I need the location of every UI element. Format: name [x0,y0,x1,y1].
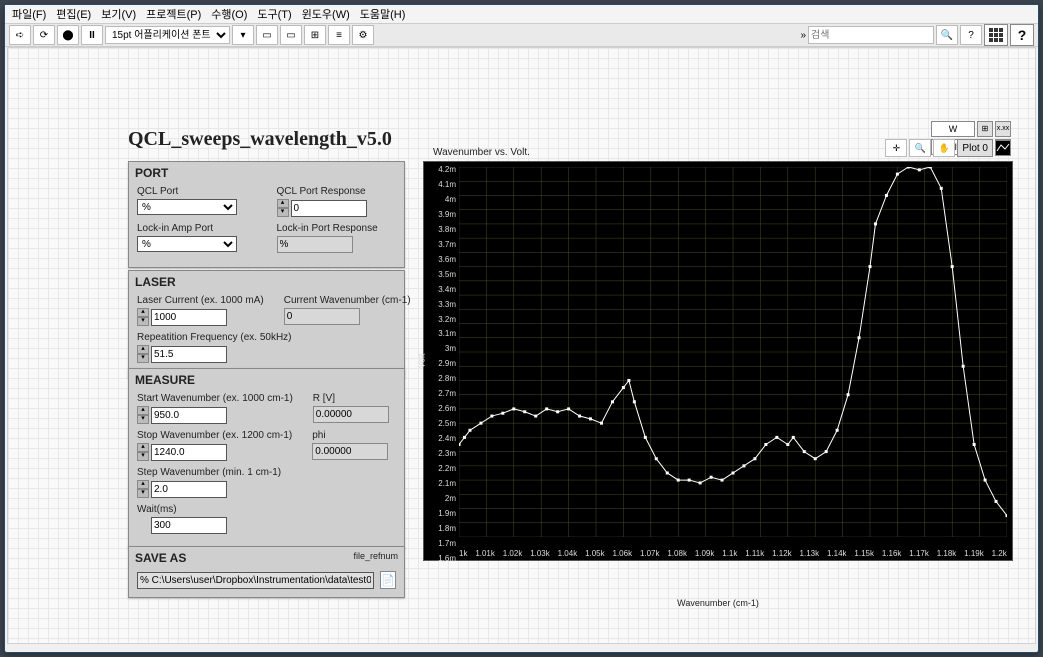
menu-item[interactable]: 보기(V) [96,6,141,22]
legend-w-icon[interactable]: ⊞ [977,121,993,137]
tb-reorder[interactable]: ≡ [328,25,350,45]
current-wn-label: Current Wavenumber (cm-1) [284,295,411,306]
measure-header: MEASURE [129,369,404,389]
font-select[interactable]: 15pt 어플리케이션 폰트 [105,26,230,44]
wait-field[interactable] [151,517,227,534]
run-cont-button[interactable]: ⟳ [33,25,55,45]
legend-w-scale[interactable]: x.xx [995,121,1011,137]
current-wn-field [284,308,360,325]
save-header: SAVE AS [135,551,186,565]
file-refnum-label: file_refnum [353,551,398,565]
toolbar: ➪ ⟳ ⬤ II 15pt 어플리케이션 폰트 ▾ ▭ ▭ ⊞ ≡ ⚙ » 🔍 … [5,24,1038,47]
qcl-resp-field[interactable] [291,200,367,217]
qcl-port-select[interactable]: % [137,199,237,215]
stop-wn-field[interactable] [151,444,227,461]
tb-layer2[interactable]: ▭ [280,25,302,45]
menu-item[interactable]: 도구(T) [252,6,296,22]
measure-panel: MEASURE Start Wavenumber (ex. 1000 cm-1)… [128,368,405,549]
save-panel: SAVE AS file_refnum 📄 [128,546,405,598]
vi-title: QCL_sweeps_wavelength_v5.0 [128,128,392,151]
run-button[interactable]: ➪ [9,25,31,45]
x-axis-label: Wavenumber (cm-1) [423,598,1013,608]
menu-item[interactable]: 파일(F) [7,6,51,22]
x-ticks: 1k1.01k1.02k1.03k1.04k1.05k1.06k1.07k1.0… [459,549,1007,558]
phi-label: phi [312,430,396,441]
port-header: PORT [129,162,404,182]
tb-settings[interactable]: ⚙ [352,25,374,45]
lockin-resp-label: Lock-in Port Response [277,223,397,234]
search-icon: 🔍 [941,30,953,41]
qcl-resp-spin[interactable]: ▴▾ [277,199,289,217]
laser-header: LASER [129,271,404,291]
graph-title: Wavenumber vs. Volt. [433,147,530,158]
laser-current-label: Laser Current (ex. 1000 mA) [137,295,264,306]
search-input[interactable] [808,26,934,44]
zoom-tool[interactable]: 🔍 [909,139,931,157]
browse-button[interactable]: 📄 [380,571,396,589]
pan-tool[interactable]: ✋ [933,139,955,157]
plot0-label[interactable]: Plot 0 [957,139,993,157]
stop-wn-spin[interactable]: ▴▾ [137,443,149,461]
front-panel-canvas: QCL_sweeps_wavelength_v5.0 PORT QCL Port… [7,47,1036,644]
tb-group[interactable]: ⊞ [304,25,326,45]
grid-button[interactable] [984,24,1008,46]
r-field [313,406,389,423]
start-wn-field[interactable] [151,407,227,424]
y-axis-label: Volt [417,353,427,368]
qcl-port-label: QCL Port [137,186,257,197]
help-button[interactable]: ? [960,25,982,45]
pause-button[interactable]: II [81,25,103,45]
y-ticks: 4.2m4.1m4m3.9m3.8m3.7m3.6m3.5m3.4m3.3m3.… [426,162,456,585]
tb-align[interactable]: ▾ [232,25,254,45]
phi-field [312,443,388,460]
menubar[interactable]: 파일(F)편집(E)보기(V)프로젝트(P)수행(O)도구(T)윈도우(W)도움… [5,5,1038,24]
menu-item[interactable]: 프로젝트(P) [141,6,206,22]
menu-item[interactable]: 윈도우(W) [297,6,355,22]
lockin-resp-field [277,236,353,253]
menu-item[interactable]: 수행(O) [206,6,252,22]
menu-item[interactable]: 편집(E) [51,6,96,22]
r-label: R [V] [313,393,396,404]
lockin-port-label: Lock-in Amp Port [137,223,257,234]
laser-current-field[interactable] [151,309,227,326]
tb-layer1[interactable]: ▭ [256,25,278,45]
cursor-tool[interactable]: ✛ [885,139,907,157]
big-help[interactable]: ? [1010,24,1034,46]
port-panel: PORT QCL Port % QCL Port Response ▴▾ Loc… [128,161,405,268]
wait-label: Wait(ms) [137,504,257,515]
folder-icon: 📄 [381,574,395,587]
rep-freq-field[interactable] [151,346,227,363]
lockin-port-select[interactable]: % [137,236,237,252]
rep-freq-spin[interactable]: ▴▾ [137,345,149,363]
plot0-swatch[interactable] [995,140,1011,156]
step-wn-spin[interactable]: ▴▾ [137,480,149,498]
start-wn-spin[interactable]: ▴▾ [137,406,149,424]
search-button[interactable]: 🔍 [936,25,958,45]
menu-item[interactable]: 도움말(H) [355,6,411,22]
graph-area: W ⊞ x.xx Volt. ⊞ x.xx Wavenumber vs. Vol… [423,161,1013,594]
save-path-field[interactable] [137,572,374,589]
waveform-graph[interactable]: Volt 4.2m4.1m4m3.9m3.8m3.7m3.6m3.5m3.4m3… [423,161,1013,561]
laser-current-spin[interactable]: ▴▾ [137,308,149,326]
step-wn-field[interactable] [151,481,227,498]
laser-panel: LASER Laser Current (ex. 1000 mA) ▴▾ Cur… [128,270,405,378]
stop-wn-label: Stop Wavenumber (ex. 1200 cm-1) [137,430,292,441]
legend-w[interactable]: W [931,121,975,137]
rep-freq-label: Repeatition Frequency (ex. 50kHz) [137,332,292,343]
help-icon: ? [968,30,974,41]
start-wn-label: Start Wavenumber (ex. 1000 cm-1) [137,393,293,404]
abort-button[interactable]: ⬤ [57,25,79,45]
step-wn-label: Step Wavenumber (min. 1 cm-1) [137,467,281,478]
qcl-resp-label: QCL Port Response [277,186,397,197]
